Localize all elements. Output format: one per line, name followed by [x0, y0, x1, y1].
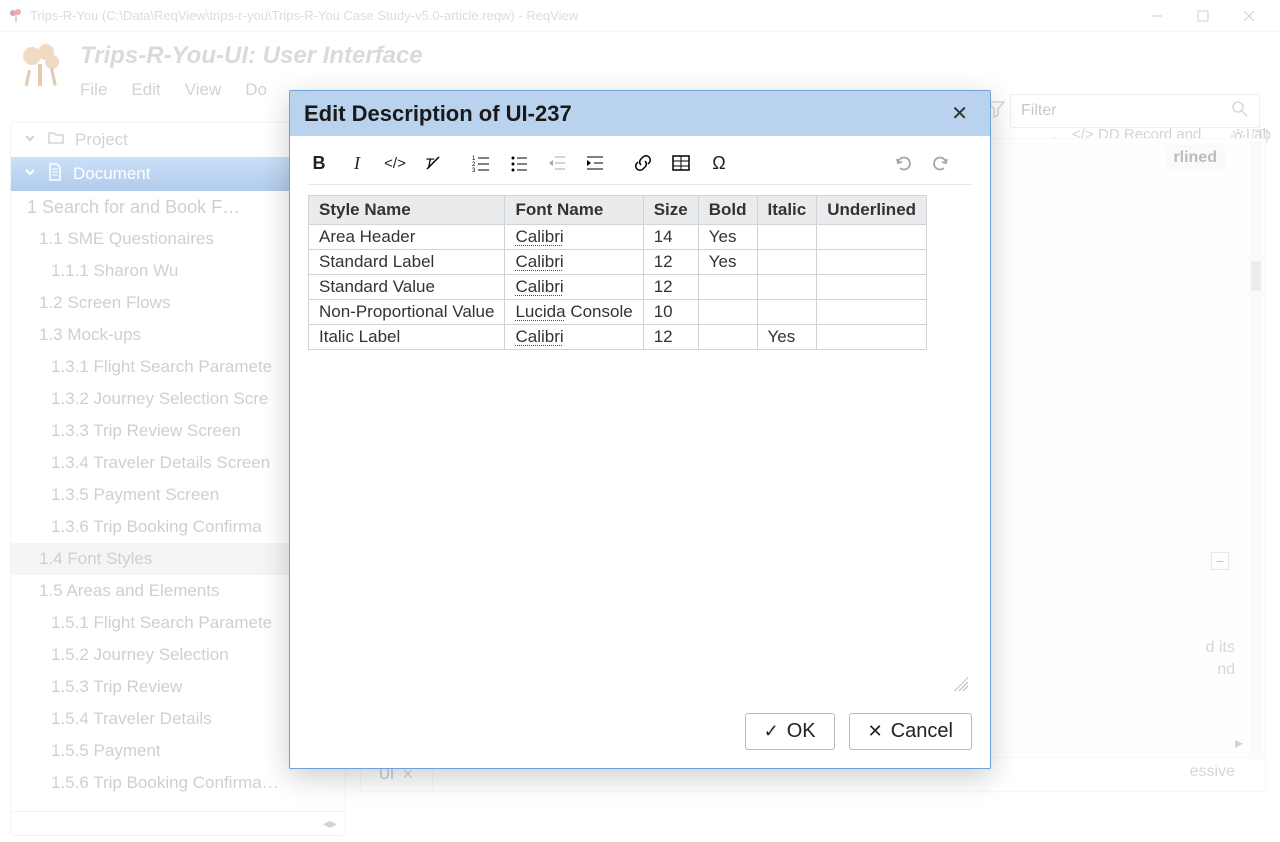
outdent-button[interactable] — [546, 152, 568, 174]
link-button[interactable] — [632, 152, 654, 174]
bold-button[interactable]: B — [308, 152, 330, 174]
dialog-title: Edit Description of UI-237 — [304, 101, 572, 127]
table-row[interactable]: Standard ValueCalibri12 — [309, 275, 927, 300]
table-button[interactable] — [670, 152, 692, 174]
close-icon: ✕ — [868, 721, 883, 742]
table-row[interactable]: Standard LabelCalibri12Yes — [309, 250, 927, 275]
table-row[interactable]: Non-Proportional ValueLucida Console10 — [309, 300, 927, 325]
editor-area[interactable]: Style NameFont NameSizeBoldItalicUnderli… — [308, 195, 972, 695]
svg-text:3: 3 — [472, 168, 476, 172]
font-styles-table[interactable]: Style NameFont NameSizeBoldItalicUnderli… — [308, 195, 927, 350]
table-header: Style Name — [309, 196, 505, 225]
italic-button[interactable]: I — [346, 152, 368, 174]
unordered-list-button[interactable] — [508, 152, 530, 174]
edit-description-dialog: Edit Description of UI-237 ✕ B I </> T 1… — [289, 90, 991, 769]
table-row[interactable]: Area HeaderCalibri14Yes — [309, 225, 927, 250]
table-header: Bold — [698, 196, 757, 225]
symbol-button[interactable]: Ω — [708, 152, 730, 174]
table-header: Italic — [757, 196, 817, 225]
dialog-footer: ✓ OK ✕ Cancel — [290, 701, 990, 768]
indent-button[interactable] — [584, 152, 606, 174]
ordered-list-button[interactable]: 123 — [470, 152, 492, 174]
redo-button[interactable] — [930, 152, 952, 174]
undo-button[interactable] — [892, 152, 914, 174]
editor-toolbar: B I </> T 123 — [308, 152, 972, 185]
check-icon: ✓ — [764, 721, 779, 742]
table-header: Size — [643, 196, 698, 225]
cancel-button[interactable]: ✕ Cancel — [849, 713, 972, 750]
cancel-label: Cancel — [891, 720, 953, 743]
table-header: Underlined — [817, 196, 927, 225]
resize-grip-icon[interactable] — [954, 677, 968, 691]
table-row[interactable]: Italic LabelCalibri12Yes — [309, 325, 927, 350]
ok-button[interactable]: ✓ OK — [745, 713, 835, 750]
clear-format-button[interactable]: T — [422, 152, 444, 174]
dialog-titlebar: Edit Description of UI-237 ✕ — [290, 91, 990, 136]
ok-label: OK — [787, 720, 816, 743]
table-header: Font Name — [505, 196, 643, 225]
modal-overlay: Edit Description of UI-237 ✕ B I </> T 1… — [0, 0, 1280, 842]
code-button[interactable]: </> — [384, 152, 406, 174]
dialog-close-button[interactable]: ✕ — [943, 97, 976, 130]
